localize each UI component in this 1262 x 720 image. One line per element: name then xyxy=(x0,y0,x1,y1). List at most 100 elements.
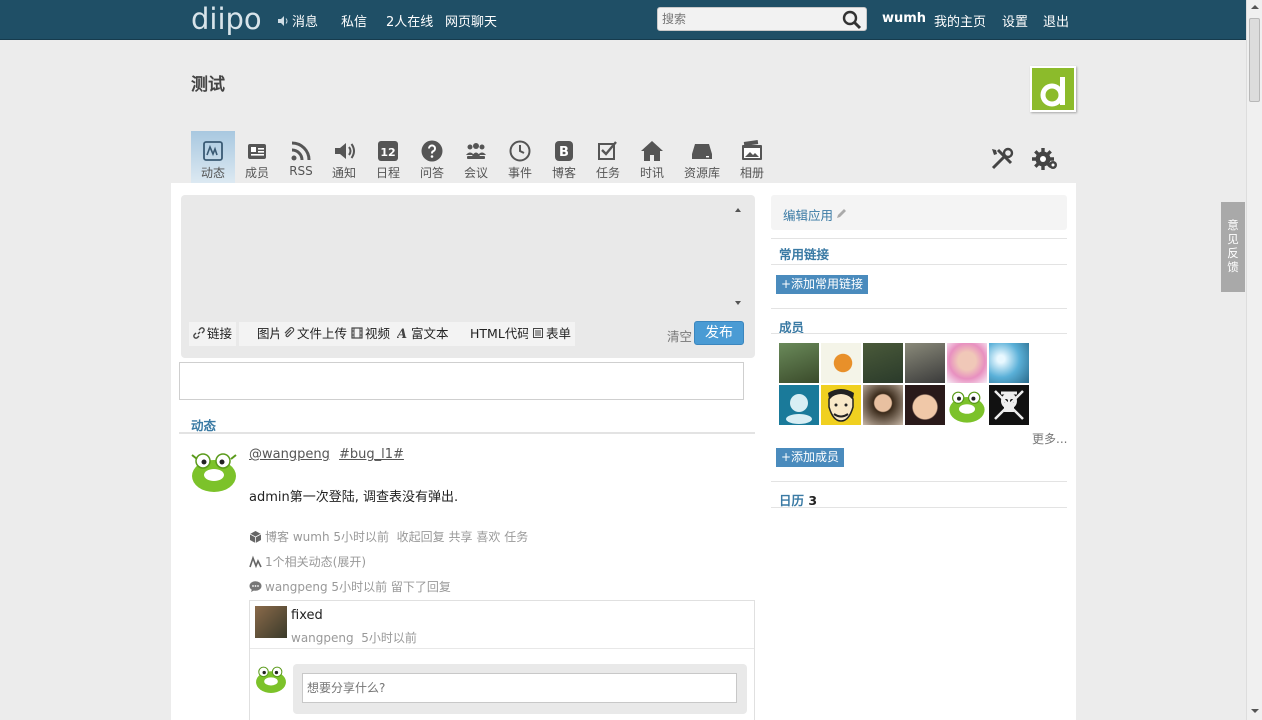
mention-link[interactable]: @wangpeng xyxy=(249,447,330,462)
tab-event[interactable]: 事件 xyxy=(498,131,542,183)
task-link[interactable]: 任务 xyxy=(504,530,528,544)
tag-link[interactable]: #bug_l1# xyxy=(339,447,404,462)
pencil-icon xyxy=(837,209,846,218)
activity-icon xyxy=(203,141,223,161)
tab-activity[interactable]: 动态 xyxy=(191,131,235,183)
add-link-button[interactable]: +添加常用链接 xyxy=(776,275,869,294)
my-home-link[interactable]: 我的主页 xyxy=(934,11,986,30)
tab-label: 博客 xyxy=(551,166,576,180)
post-author-link[interactable]: wumh xyxy=(293,530,330,544)
clear-button[interactable]: 清空 xyxy=(667,326,692,345)
blog-icon: B xyxy=(555,141,573,161)
sidebar-divider xyxy=(771,507,1067,508)
logout-link[interactable]: 退出 xyxy=(1043,11,1069,30)
gear-icon[interactable] xyxy=(1032,146,1058,172)
member-avatar[interactable] xyxy=(821,343,861,383)
group-logo xyxy=(1030,66,1076,112)
tab-members[interactable]: 成员 xyxy=(235,131,279,183)
file-upload-tool[interactable]: 文件上传 xyxy=(279,322,352,346)
form-tool[interactable]: 表单 xyxy=(528,322,576,346)
scroll-up-arrow[interactable] xyxy=(1251,5,1259,9)
related-activity[interactable]: 1个相关动态(展开) xyxy=(249,553,366,570)
link-tool[interactable]: 链接 xyxy=(189,322,237,346)
member-avatar[interactable] xyxy=(821,385,861,425)
username-link[interactable]: wumh xyxy=(882,11,926,26)
rich-text-tool[interactable]: A 富文本 xyxy=(393,322,453,346)
reply-input[interactable] xyxy=(302,673,737,703)
tools-icon[interactable] xyxy=(989,146,1015,172)
cartoon-face-icon xyxy=(828,389,854,422)
private-message-link[interactable]: 私信 xyxy=(341,11,367,30)
cube-icon xyxy=(249,531,262,543)
font-icon: A xyxy=(397,327,407,339)
member-avatar[interactable] xyxy=(989,343,1029,383)
member-avatar[interactable] xyxy=(863,343,903,383)
more-members-link[interactable]: 更多... xyxy=(1032,430,1067,447)
calendar-icon: 12 xyxy=(378,141,398,161)
settings-link[interactable]: 设置 xyxy=(1002,11,1028,30)
skull-icon xyxy=(994,390,1024,420)
tab-label: 任务 xyxy=(595,166,620,180)
search-icon[interactable] xyxy=(842,10,862,30)
tab-qa[interactable]: 问答 xyxy=(410,131,454,183)
search-box xyxy=(657,7,867,31)
online-users-link[interactable]: 2人在线 xyxy=(386,11,433,30)
tab-news[interactable]: 时讯 xyxy=(630,131,674,183)
member-avatar[interactable] xyxy=(863,385,903,425)
speaker-icon xyxy=(335,143,355,159)
member-avatar-frog[interactable] xyxy=(947,385,987,425)
post-body: admin第一次登陆, 调查表没有弹出. xyxy=(249,490,459,505)
scroll-thumb[interactable] xyxy=(1249,18,1260,102)
group-title: 测试 xyxy=(191,75,225,95)
links-heading: 常用链接 xyxy=(779,247,830,262)
member-avatar[interactable] xyxy=(779,343,819,383)
video-tool-label: 视频 xyxy=(365,326,391,341)
member-avatar[interactable] xyxy=(947,343,987,383)
tab-album[interactable]: 相册 xyxy=(730,131,774,183)
sidebar-divider xyxy=(771,238,1067,239)
reply-user-avatar[interactable] xyxy=(255,606,287,638)
add-member-button[interactable]: +添加成员 xyxy=(776,448,845,467)
edit-app-label: 编辑应用 xyxy=(783,208,834,223)
svg-text:B: B xyxy=(559,145,569,160)
tab-rss[interactable]: RSS xyxy=(279,131,323,183)
member-avatar[interactable] xyxy=(905,385,945,425)
tab-label: 日程 xyxy=(375,166,400,180)
tab-meeting[interactable]: 会议 xyxy=(454,131,498,183)
video-tool[interactable]: 视频 xyxy=(347,322,395,346)
tab-label: 通知 xyxy=(331,166,356,180)
task-icon xyxy=(598,141,617,160)
activity-icon xyxy=(249,555,262,568)
diipo-logo[interactable]: diipo xyxy=(191,3,262,35)
reply-user[interactable]: wangpeng xyxy=(291,631,354,645)
member-avatar[interactable] xyxy=(905,343,945,383)
search-input[interactable] xyxy=(662,11,840,27)
edit-app[interactable]: 编辑应用 xyxy=(771,195,1067,230)
share-link[interactable]: 共享 xyxy=(449,530,473,544)
tab-resources[interactable]: 资源库 xyxy=(680,131,724,183)
web-chat-link[interactable]: 网页聊天 xyxy=(445,11,497,30)
frog-avatar[interactable] xyxy=(189,445,239,495)
attachment-area xyxy=(179,362,744,400)
feedback-char: 馈 xyxy=(1227,260,1239,274)
member-avatar[interactable] xyxy=(989,385,1029,425)
tab-blog[interactable]: B 博客 xyxy=(542,131,586,183)
related-activity-label: 1个相关动态(展开) xyxy=(265,555,366,569)
publish-button[interactable]: 发布 xyxy=(694,321,744,345)
tab-schedule[interactable]: 12 日程 xyxy=(366,131,410,183)
feedback-tab[interactable]: 意 见 反 馈 xyxy=(1221,202,1245,292)
post-source: 博客 xyxy=(265,530,290,544)
member-avatar-default[interactable] xyxy=(779,385,819,425)
tab-task[interactable]: 任务 xyxy=(586,131,630,183)
messages-link[interactable]: 消息 xyxy=(277,11,318,30)
frog-avatar-small[interactable] xyxy=(254,661,288,695)
scroll-down-arrow[interactable] xyxy=(1251,709,1259,713)
page-scrollbar[interactable] xyxy=(1246,0,1262,720)
html-code-tool[interactable]: HTML代码 xyxy=(452,322,534,346)
collapse-replies-link[interactable]: 收起回复 xyxy=(397,530,445,544)
textarea-scrollbar[interactable] xyxy=(733,205,743,308)
like-link[interactable]: 喜欢 xyxy=(476,530,500,544)
code-icon xyxy=(456,327,468,339)
tab-notice[interactable]: 通知 xyxy=(322,131,366,183)
album-icon xyxy=(742,140,762,160)
